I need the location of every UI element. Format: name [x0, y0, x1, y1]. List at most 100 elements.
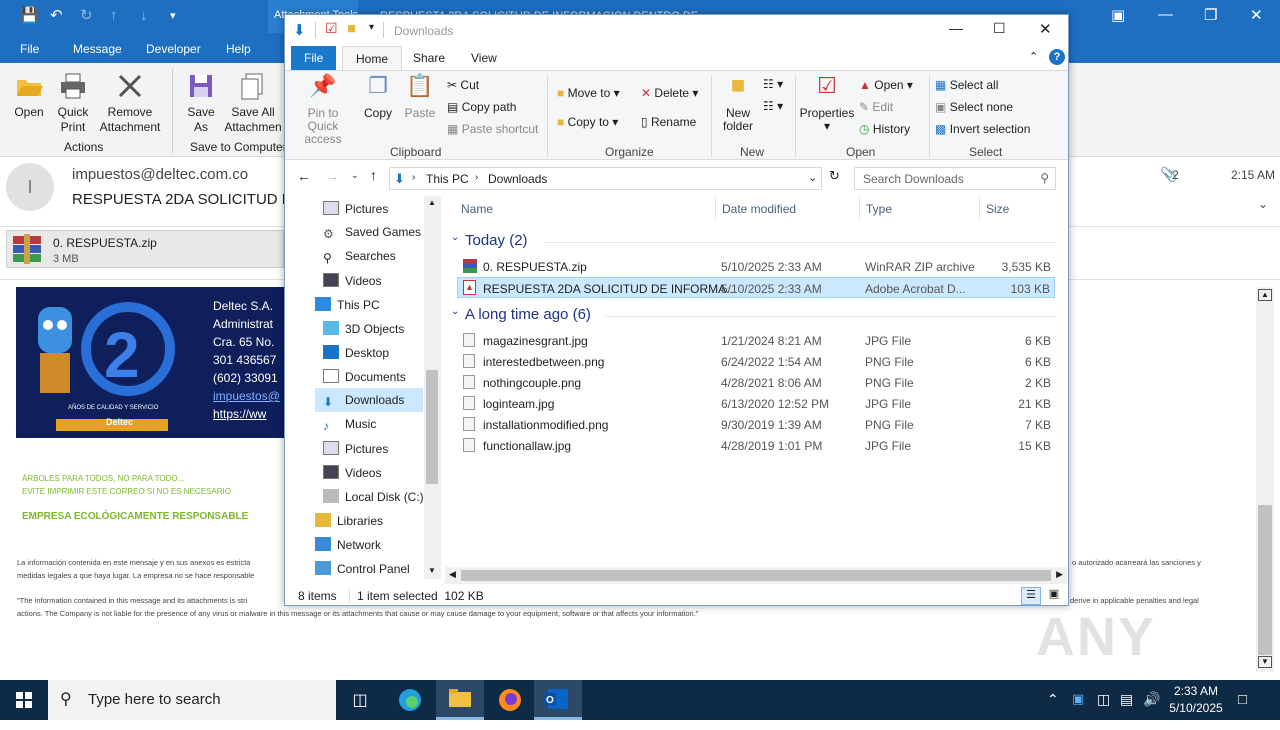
group-collapse-icon[interactable]: ⌄ — [451, 232, 459, 243]
file-row[interactable]: nothingcouple.png 4/28/2021 8:06 AM PNG … — [457, 372, 1055, 393]
quick-print-button[interactable]: Quick Print — [55, 71, 91, 135]
down-arrow-icon[interactable]: ↓ — [140, 8, 148, 24]
group-collapse-icon[interactable]: ⌄ — [451, 306, 459, 317]
attachment-item[interactable]: 0. RESPUESTA.zip 3 MB — [6, 230, 284, 268]
restore-icon[interactable]: ❐ — [1204, 6, 1217, 24]
save-icon[interactable]: 💾 — [20, 8, 39, 24]
nav-item-videos-pc[interactable]: Videos — [323, 460, 381, 484]
nav-item-3d-objects[interactable]: 3D Objects — [323, 316, 404, 340]
outlook-tray-icon[interactable]: ▣ — [1072, 691, 1084, 707]
refresh-icon[interactable]: ↻ — [829, 168, 840, 184]
column-header-size[interactable]: Size — [986, 202, 1009, 216]
copy-to-button[interactable]: ■ Copy to ▾ — [557, 115, 618, 129]
menu-developer[interactable]: Developer — [146, 42, 201, 56]
scroll-down-icon[interactable]: ▼ — [428, 566, 436, 575]
back-arrow-icon[interactable]: ← — [297, 168, 311, 184]
cut-button[interactable]: ✂ Cut — [447, 78, 479, 92]
column-header-date[interactable]: Date modified — [722, 202, 796, 216]
undo-icon[interactable]: ↶ — [50, 8, 63, 24]
notifications-icon[interactable]: □ — [1238, 691, 1247, 708]
scroll-thumb[interactable] — [461, 570, 1051, 581]
collapse-ribbon-icon[interactable]: ⌃ — [1029, 50, 1038, 63]
file-row[interactable]: functionallaw.jpg 4/28/2019 1:01 PM JPG … — [457, 435, 1055, 456]
remove-attachment-button[interactable]: Remove Attachment — [96, 71, 164, 135]
nav-item-music[interactable]: ♪ Music — [323, 412, 376, 436]
paste-shortcut-button[interactable]: ▦ Paste shortcut — [447, 122, 538, 136]
file-row[interactable]: interestedbetween.png 6/24/2022 1:54 AM … — [457, 351, 1055, 372]
breadcrumb-downloads[interactable]: Downloads — [488, 172, 547, 186]
address-bar[interactable]: ⬇ › This PC › Downloads ⌄ — [389, 167, 822, 190]
column-header-type[interactable]: Type — [866, 202, 892, 216]
nav-item-control-panel[interactable]: Control Panel — [315, 556, 410, 580]
open-button[interactable]: ▲ Open ▾ — [859, 78, 913, 92]
show-hidden-icons-icon[interactable]: ⌃ — [1047, 691, 1059, 708]
delete-button[interactable]: ✕ Delete ▾ — [641, 86, 698, 100]
signature-web-link[interactable]: https://ww — [213, 407, 266, 421]
file-row[interactable]: magazinesgrant.jpg 1/21/2024 8:21 AM JPG… — [457, 330, 1055, 351]
scroll-up-icon[interactable]: ▲ — [428, 198, 436, 207]
column-header-name[interactable]: Name — [461, 202, 493, 216]
address-dropdown-icon[interactable]: ⌄ — [808, 171, 817, 184]
sender-address[interactable]: impuestos@deltec.com.co — [72, 166, 248, 183]
details-view-icon[interactable]: ☰ — [1021, 587, 1041, 605]
nav-item-downloads[interactable]: ⬇ Downloads — [315, 388, 423, 412]
start-button[interactable] — [0, 680, 48, 720]
minimize-icon[interactable]: — — [1158, 6, 1173, 23]
close-icon[interactable]: ✕ — [1039, 20, 1052, 38]
group-header-old[interactable]: A long time ago (6) — [465, 306, 591, 323]
scroll-thumb[interactable] — [426, 370, 438, 484]
file-row[interactable]: 0. RESPUESTA.zip 5/10/2025 2:33 AM WinRA… — [457, 256, 1055, 277]
volume-icon[interactable]: 🔊 — [1143, 691, 1160, 708]
file-row[interactable]: installationmodified.png 9/30/2019 1:39 … — [457, 414, 1055, 435]
paste-button[interactable]: 📋 Paste — [403, 75, 437, 120]
save-all-attachments-button[interactable]: Save All Attachmen — [224, 71, 282, 135]
copy-button[interactable]: ❐ Copy — [361, 75, 395, 120]
redo-icon[interactable]: ↻ — [80, 8, 93, 24]
open-attachment-button[interactable]: Open — [12, 71, 46, 120]
properties-button[interactable]: ☑ Properties ▾ — [799, 75, 855, 133]
menu-file[interactable]: File — [20, 42, 39, 56]
rename-button[interactable]: ▯ Rename — [641, 115, 696, 129]
nav-item-desktop[interactable]: Desktop — [323, 340, 389, 364]
customize-toolbar-icon[interactable]: ▾ — [170, 8, 176, 24]
network-icon[interactable]: ▤ — [1120, 691, 1133, 708]
save-as-button[interactable]: Save As — [184, 71, 218, 135]
menu-message[interactable]: Message — [73, 42, 122, 56]
minimize-icon[interactable]: — — [949, 20, 963, 36]
outlook-button[interactable]: O — [534, 680, 582, 720]
new-folder-icon[interactable]: ■ — [347, 20, 356, 37]
nav-scrollbar[interactable]: ▲ ▼ — [424, 196, 441, 579]
nav-item-network[interactable]: Network — [315, 532, 381, 556]
help-icon[interactable]: ? — [1049, 49, 1065, 65]
breadcrumb-this-pc[interactable]: This PC — [426, 172, 469, 186]
maximize-icon[interactable]: ☐ — [993, 20, 1006, 37]
select-none-button[interactable]: ▣ Select none — [935, 100, 1013, 114]
system-clock[interactable]: 2:33 AM 5/10/2025 — [1166, 683, 1226, 717]
history-button[interactable]: ◷ History — [859, 122, 910, 136]
qat-dropdown-icon[interactable]: ▾ — [369, 22, 374, 33]
scroll-up-icon[interactable]: ▲ — [1258, 289, 1272, 301]
invert-selection-button[interactable]: ▩ Invert selection — [935, 122, 1030, 136]
scroll-left-icon[interactable]: ◀ — [449, 569, 456, 580]
close-icon[interactable]: ✕ — [1250, 6, 1263, 24]
forward-arrow-icon[interactable]: → — [325, 168, 339, 184]
nav-item-this-pc[interactable]: This PC — [315, 292, 380, 316]
select-all-button[interactable]: ▦ Select all — [935, 78, 998, 92]
up-arrow-icon[interactable]: ↑ — [110, 8, 118, 24]
search-input[interactable]: Search Downloads ⚲ — [854, 167, 1056, 190]
meet-now-icon[interactable]: ◫ — [1097, 691, 1110, 708]
ribbon-display-icon[interactable]: ▣ — [1111, 6, 1125, 24]
tab-file[interactable]: File — [291, 46, 337, 70]
file-row[interactable]: loginteam.jpg 6/13/2020 12:52 PM JPG Fil… — [457, 393, 1055, 414]
expand-header-icon[interactable]: ⌄ — [1258, 197, 1268, 211]
copy-path-button[interactable]: ▤ Copy path — [447, 100, 516, 114]
nav-item-searches[interactable]: ⚲ Searches — [323, 244, 396, 268]
recent-locations-icon[interactable]: ⌄ — [351, 170, 359, 181]
new-folder-button[interactable]: ■ New folder — [719, 74, 757, 133]
nav-item-documents[interactable]: Documents — [323, 364, 406, 388]
new-item-button[interactable]: ☷ ▾ — [763, 77, 783, 91]
pin-quick-access-button[interactable]: 📌 Pin to Quick access — [291, 75, 355, 146]
nav-item-videos[interactable]: Videos — [323, 268, 381, 292]
nav-item-pictures[interactable]: Pictures — [323, 196, 388, 220]
nav-item-libraries[interactable]: Libraries — [315, 508, 383, 532]
